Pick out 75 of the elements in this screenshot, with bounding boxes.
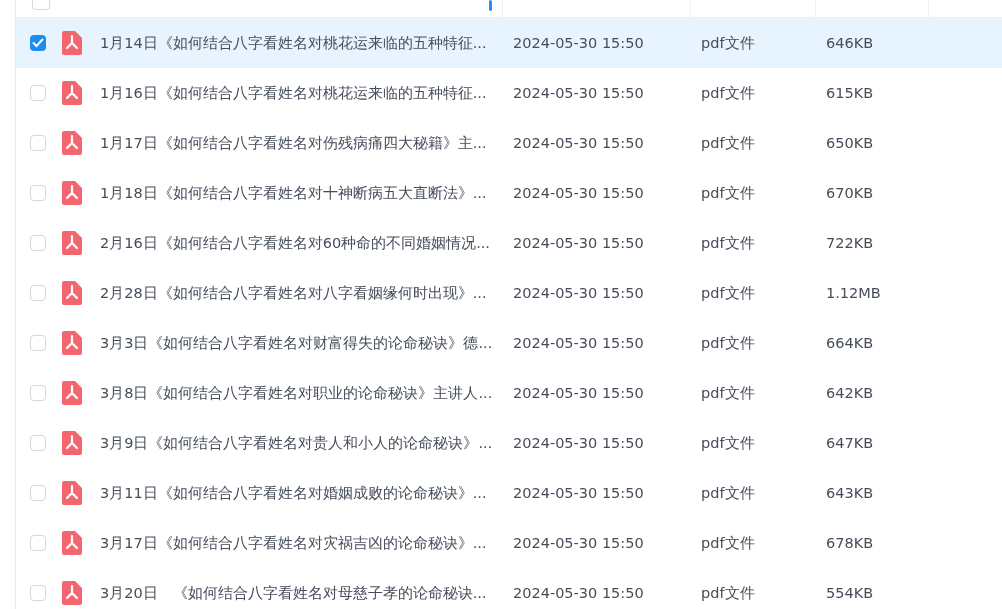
modified-time: 2024-05-30 15:50 <box>512 485 645 501</box>
row-checkbox[interactable] <box>30 535 46 551</box>
file-size: 646KB <box>825 35 875 51</box>
pdf-file-icon <box>62 531 82 555</box>
file-name[interactable]: 3月20日 《如何结合八字看姓名对母慈子孝的论命秘诀... <box>100 583 503 603</box>
row-checkbox[interactable] <box>30 235 46 251</box>
modified-time: 2024-05-30 15:50 <box>512 435 645 451</box>
row-checkbox[interactable] <box>30 335 46 351</box>
file-size: 554KB <box>825 585 875 601</box>
file-name[interactable]: 3月11日《如何结合八字看姓名对婚姻成败的论命秘诀》... <box>100 483 503 503</box>
file-type: pdf文件 <box>700 33 756 53</box>
sort-indicator[interactable] <box>489 0 492 11</box>
file-size: 643KB <box>825 485 875 501</box>
file-name[interactable]: 3月3日《如何结合八字看姓名对财富得失的论命秘诀》德... <box>100 333 503 353</box>
modified-time: 2024-05-30 15:50 <box>512 385 645 401</box>
pdf-file-icon <box>62 231 82 255</box>
row-checkbox[interactable] <box>30 185 46 201</box>
row-checkbox[interactable] <box>30 35 46 51</box>
pdf-file-icon <box>62 381 82 405</box>
row-checkbox[interactable] <box>30 585 46 601</box>
file-type: pdf文件 <box>700 83 756 103</box>
pdf-file-icon <box>62 331 82 355</box>
file-size: 678KB <box>825 535 875 551</box>
file-type: pdf文件 <box>700 183 756 203</box>
pdf-file-icon <box>62 81 82 105</box>
file-row[interactable]: 1月14日《如何结合八字看姓名对桃花运来临的五种特征... 2024-05-30 15:50 pdf文件 646KB <box>16 18 1002 68</box>
file-type: pdf文件 <box>700 133 756 153</box>
file-type: pdf文件 <box>700 283 756 303</box>
file-name[interactable]: 1月18日《如何结合八字看姓名对十神断病五大直断法》... <box>100 183 503 203</box>
pdf-file-icon <box>62 131 82 155</box>
file-type: pdf文件 <box>700 583 756 603</box>
select-all-checkbox[interactable] <box>32 0 50 10</box>
row-checkbox[interactable] <box>30 485 46 501</box>
pdf-file-icon <box>62 431 82 455</box>
file-size: 650KB <box>825 135 875 151</box>
row-checkbox[interactable] <box>30 385 46 401</box>
file-type: pdf文件 <box>700 433 756 453</box>
row-checkbox[interactable] <box>30 85 46 101</box>
pdf-file-icon <box>62 581 82 605</box>
file-name[interactable]: 1月16日《如何结合八字看姓名对桃花运来临的五种特征... <box>100 83 503 103</box>
modified-time: 2024-05-30 15:50 <box>512 135 645 151</box>
file-type: pdf文件 <box>700 233 756 253</box>
file-name[interactable]: 2月16日《如何结合八字看姓名对60种命的不同婚姻情况... <box>100 233 503 253</box>
file-name[interactable]: 3月9日《如何结合八字看姓名对贵人和小人的论命秘诀》... <box>100 433 503 453</box>
pdf-file-icon <box>62 31 82 55</box>
modified-time: 2024-05-30 15:50 <box>512 35 645 51</box>
file-name[interactable]: 3月17日《如何结合八字看姓名对灾祸吉凶的论命秘诀》... <box>100 533 503 553</box>
file-size: 664KB <box>825 335 875 351</box>
modified-time: 2024-05-30 15:50 <box>512 585 645 601</box>
file-size: 1.12MB <box>825 285 882 301</box>
row-checkbox[interactable] <box>30 285 46 301</box>
file-name[interactable]: 3月8日《如何结合八字看姓名对职业的论命秘诀》主讲人... <box>100 383 503 403</box>
file-type: pdf文件 <box>700 483 756 503</box>
file-type: pdf文件 <box>700 533 756 553</box>
modified-time: 2024-05-30 15:50 <box>512 335 645 351</box>
modified-time: 2024-05-30 15:50 <box>512 85 645 101</box>
file-size: 647KB <box>825 435 875 451</box>
file-size: 615KB <box>825 85 875 101</box>
file-name[interactable]: 2月28日《如何结合八字看姓名对八字看姻缘何时出现》... <box>100 283 503 303</box>
modified-time: 2024-05-30 15:50 <box>512 235 645 251</box>
modified-time: 2024-05-30 15:50 <box>512 285 645 301</box>
file-type: pdf文件 <box>700 383 756 403</box>
row-checkbox[interactable] <box>30 435 46 451</box>
pdf-file-icon <box>62 481 82 505</box>
file-type: pdf文件 <box>700 333 756 353</box>
pdf-file-icon <box>62 181 82 205</box>
file-size: 722KB <box>825 235 875 251</box>
file-name[interactable]: 1月14日《如何结合八字看姓名对桃花运来临的五种特征... <box>100 33 503 53</box>
modified-time: 2024-05-30 15:50 <box>512 185 645 201</box>
file-name[interactable]: 1月17日《如何结合八字看姓名对伤残病痛四大秘籍》主... <box>100 133 503 153</box>
file-size: 670KB <box>825 185 875 201</box>
file-size: 642KB <box>825 385 875 401</box>
pdf-file-icon <box>62 281 82 305</box>
row-checkbox[interactable] <box>30 135 46 151</box>
modified-time: 2024-05-30 15:50 <box>512 535 645 551</box>
